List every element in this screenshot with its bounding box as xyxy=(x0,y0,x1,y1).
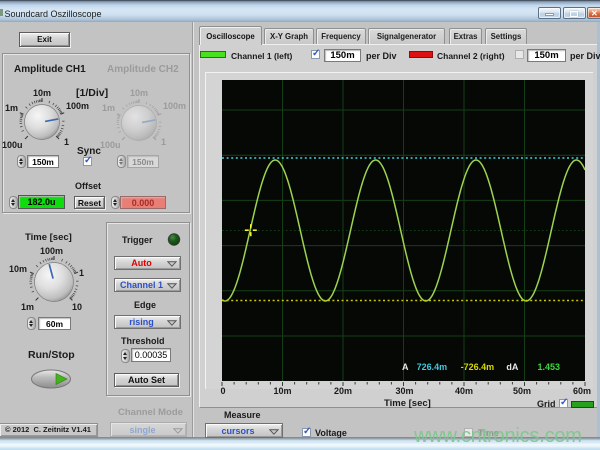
svg-text:1.453: 1.453 xyxy=(538,362,561,372)
svg-text:A: A xyxy=(402,362,409,372)
svg-text:dA: dA xyxy=(506,362,518,372)
svg-text:-726.4m: -726.4m xyxy=(461,362,495,372)
svg-text:726.4m: 726.4m xyxy=(417,362,448,372)
